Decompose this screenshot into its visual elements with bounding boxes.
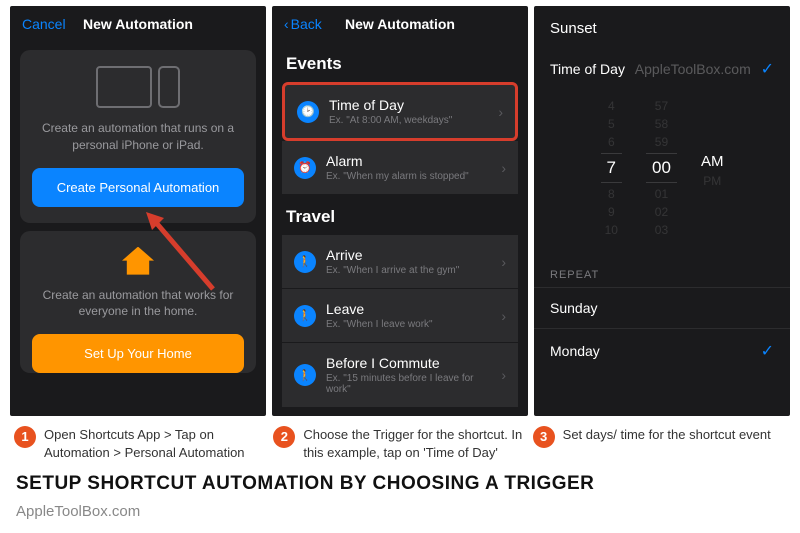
caption-2: 2 Choose the Trigger for the shortcut. I… — [273, 426, 526, 461]
personal-automation-card: Create an automation that runs on a pers… — [20, 50, 256, 223]
travel-header: Travel — [272, 195, 528, 235]
back-button[interactable]: ›Back — [284, 16, 322, 32]
leave-row[interactable]: 🚶 Leave Ex. "When I leave work" › — [282, 289, 518, 343]
home-card-desc: Create an automation that works for ever… — [32, 287, 244, 321]
alarm-icon: ⏰ — [294, 157, 316, 179]
commute-icon: 🚶 — [294, 364, 316, 386]
device-pair-icon — [32, 66, 244, 108]
nav-title: New Automation — [83, 16, 193, 32]
cancel-button[interactable]: Cancel — [22, 16, 66, 32]
minute-column[interactable]: 57 58 59 00 01 02 03 — [646, 99, 677, 237]
monday-row[interactable]: Monday ✓ — [534, 328, 790, 373]
repeat-header: Repeat — [534, 255, 790, 287]
clock-icon: 🕑 — [297, 101, 319, 123]
badge-2: 2 — [273, 426, 295, 448]
badge-1: 1 — [14, 426, 36, 448]
events-header: Events — [272, 42, 528, 82]
setup-home-button[interactable]: Set Up Your Home — [32, 334, 244, 373]
phone-screen-2: ›Back New Automation Events 🕑 Time of Da… — [272, 6, 528, 416]
nav-title: New Automation — [345, 16, 455, 32]
phone-screen-3: Sunset Time of Day AppleToolBox.com ✓ 4 … — [534, 6, 790, 416]
sunset-row[interactable]: Sunset — [534, 6, 790, 47]
caption-text: Choose the Trigger for the shortcut. In … — [303, 426, 526, 461]
row-title: Time of Day — [329, 97, 488, 113]
row-subtitle: Ex. "When my alarm is stopped" — [326, 171, 491, 182]
before-commute-row[interactable]: 🚶 Before I Commute Ex. "15 minutes befor… — [282, 343, 518, 408]
badge-3: 3 — [533, 426, 555, 448]
time-of-day-selected-row[interactable]: Time of Day AppleToolBox.com ✓ — [534, 47, 790, 91]
create-personal-automation-button[interactable]: Create Personal Automation — [32, 168, 244, 207]
time-of-day-row[interactable]: 🕑 Time of Day Ex. "At 8:00 AM, weekdays"… — [282, 82, 518, 141]
row-subtitle: Ex. "At 8:00 AM, weekdays" — [329, 115, 488, 126]
caption-1: 1 Open Shortcuts App > Tap on Automation… — [14, 426, 267, 461]
page-title: SETUP SHORTCUT AUTOMATION BY CHOOSING A … — [0, 465, 800, 497]
home-icon — [122, 247, 154, 275]
chevron-right-icon: › — [501, 254, 506, 270]
leave-icon: 🚶 — [294, 305, 316, 327]
watermark-text: AppleToolBox.com — [635, 61, 751, 77]
nav-bar: Cancel New Automation — [10, 6, 266, 42]
caption-text: Open Shortcuts App > Tap on Automation >… — [44, 426, 267, 461]
caption-3: 3 Set days/ time for the shortcut event — [533, 426, 786, 461]
row-label: Time of Day — [550, 61, 625, 77]
alarm-row[interactable]: ⏰ Alarm Ex. "When my alarm is stopped" › — [282, 141, 518, 195]
home-automation-card: Create an automation that works for ever… — [20, 231, 256, 374]
chevron-right-icon: › — [501, 160, 506, 176]
row-subtitle: Ex. "When I arrive at the gym" — [326, 265, 491, 276]
row-subtitle: Ex. "When I leave work" — [326, 319, 491, 330]
nav-bar: ›Back New Automation — [272, 6, 528, 42]
row-title: Arrive — [326, 247, 491, 263]
time-picker[interactable]: 4 5 6 7 8 9 10 57 58 59 00 01 02 03 AM P… — [534, 91, 790, 255]
arrive-icon: 🚶 — [294, 251, 316, 273]
row-label: Monday — [550, 343, 600, 359]
sunday-row[interactable]: Sunday — [534, 287, 790, 328]
caption-row: 1 Open Shortcuts App > Tap on Automation… — [0, 416, 800, 465]
row-title: Before I Commute — [326, 355, 491, 371]
caption-text: Set days/ time for the shortcut event — [563, 426, 771, 461]
footer-credit: AppleToolBox.com — [0, 497, 800, 526]
row-subtitle: Ex. "15 minutes before I leave for work" — [326, 373, 491, 395]
chevron-right-icon: › — [501, 367, 506, 383]
row-title: Alarm — [326, 153, 491, 169]
row-title: Leave — [326, 301, 491, 317]
iphone-icon — [158, 66, 180, 108]
ampm-column[interactable]: AM PM — [701, 99, 724, 237]
arrive-row[interactable]: 🚶 Arrive Ex. "When I arrive at the gym" … — [282, 235, 518, 289]
row-label: Sunday — [550, 300, 597, 316]
check-icon: ✓ — [761, 341, 774, 361]
phone-screen-1: Cancel New Automation Create an automati… — [10, 6, 266, 416]
personal-card-desc: Create an automation that runs on a pers… — [32, 120, 244, 154]
chevron-right-icon: › — [501, 308, 506, 324]
chevron-right-icon: › — [498, 104, 503, 120]
check-icon: ✓ — [761, 59, 774, 79]
hour-column[interactable]: 4 5 6 7 8 9 10 — [601, 99, 622, 237]
ipad-icon — [96, 66, 152, 108]
